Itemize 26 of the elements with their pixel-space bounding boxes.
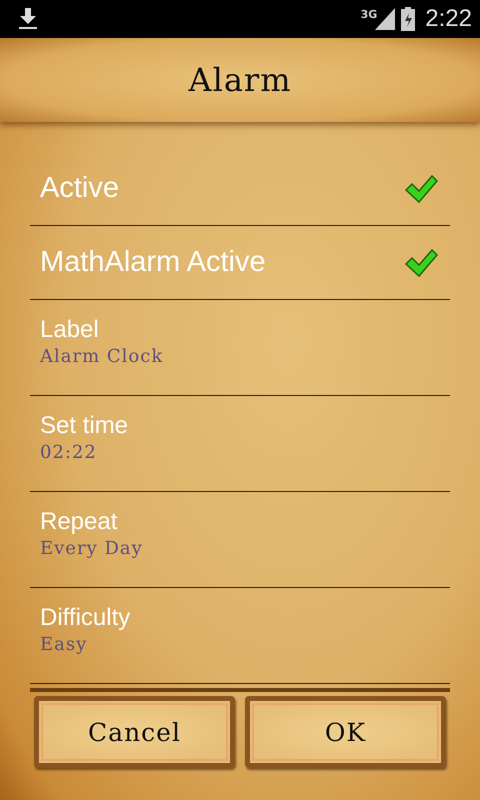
setting-label: Repeat bbox=[40, 508, 118, 536]
checkmark-icon[interactable] bbox=[404, 174, 438, 204]
setting-value: Easy bbox=[40, 634, 88, 655]
clock-time: 2:22 bbox=[425, 5, 472, 33]
download-icon bbox=[18, 8, 38, 30]
network-type: 3G bbox=[360, 8, 378, 20]
setting-label: Difficulty bbox=[40, 604, 132, 632]
setting-label: Label bbox=[40, 316, 100, 344]
setting-row[interactable]: Difficulty Easy bbox=[30, 588, 450, 684]
setting-value: 02:22 bbox=[40, 442, 98, 463]
setting-row[interactable]: Repeat Every Day bbox=[30, 492, 450, 588]
setting-label: Active bbox=[40, 172, 119, 205]
checkmark-icon[interactable] bbox=[404, 248, 438, 278]
setting-row[interactable]: Set time 02:22 bbox=[30, 396, 450, 492]
setting-value: Every Day bbox=[40, 538, 144, 559]
battery-icon bbox=[401, 7, 416, 31]
signal-icon bbox=[375, 8, 396, 30]
setting-label: MathAlarm Active bbox=[40, 246, 266, 279]
screen-title: Alarm bbox=[188, 61, 292, 99]
setting-row[interactable]: Active bbox=[30, 152, 450, 226]
setting-label: Set time bbox=[40, 412, 130, 440]
setting-row[interactable]: Label Alarm Clock bbox=[30, 300, 450, 396]
dialog-button[interactable]: Cancel bbox=[34, 696, 235, 768]
setting-row[interactable]: MathAlarm Active bbox=[30, 226, 450, 300]
setting-value: Alarm Clock bbox=[40, 346, 164, 367]
dialog-button[interactable]: OK bbox=[245, 696, 446, 768]
